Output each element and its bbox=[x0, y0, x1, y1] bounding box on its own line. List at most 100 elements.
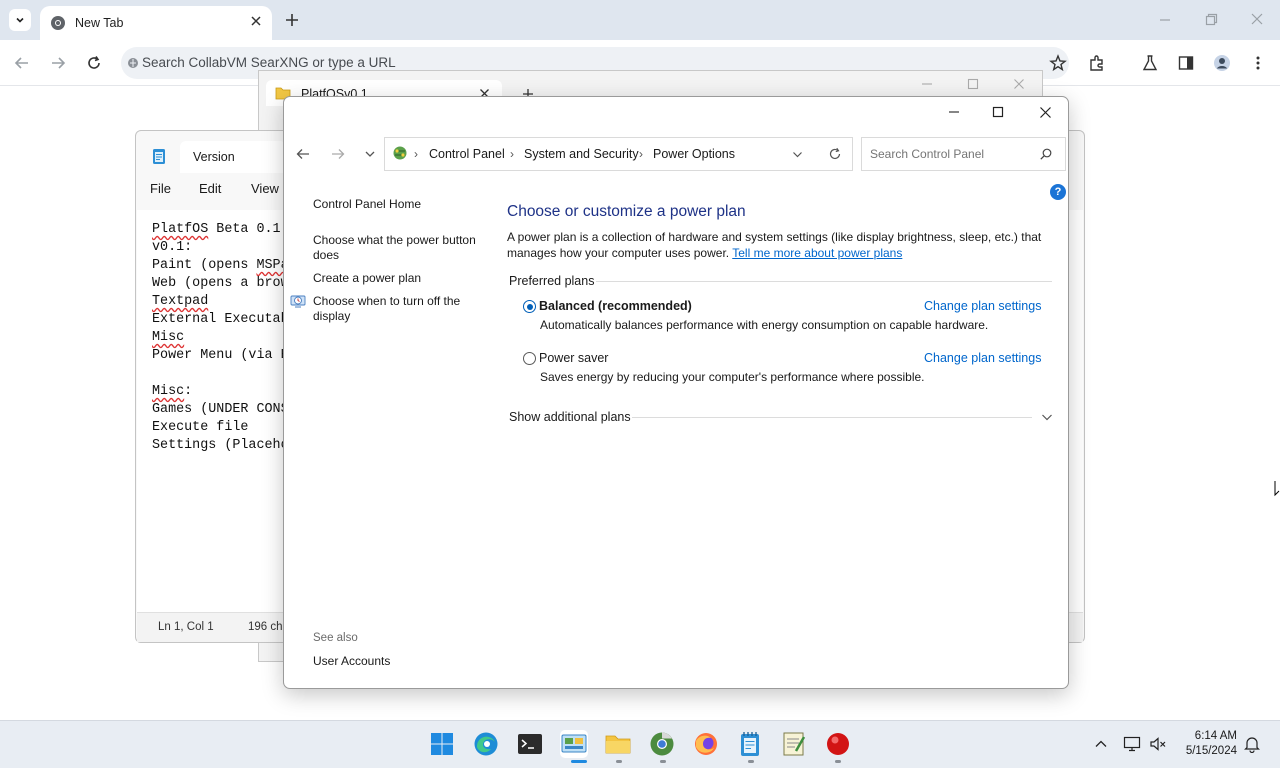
tab-search-button[interactable] bbox=[9, 9, 31, 31]
taskbar-firefox[interactable] bbox=[692, 730, 720, 758]
firefox-icon bbox=[695, 733, 717, 755]
close-window-icon[interactable] bbox=[1250, 10, 1264, 30]
taskbar-notepad[interactable] bbox=[736, 730, 764, 758]
taskbar-control-panel[interactable] bbox=[560, 730, 588, 758]
reload-icon[interactable] bbox=[86, 55, 102, 71]
taskbar-time[interactable]: 6:14 AM bbox=[1180, 729, 1237, 744]
maximize-icon[interactable] bbox=[967, 78, 979, 90]
sidebar-item-power-button[interactable]: Choose what the power button does bbox=[313, 233, 488, 263]
site-info-icon[interactable] bbox=[127, 57, 139, 69]
profile-avatar-icon[interactable] bbox=[1213, 54, 1231, 72]
notepad-icon bbox=[153, 149, 165, 164]
chevron-down-icon bbox=[16, 17, 24, 23]
chevron-down-icon[interactable] bbox=[792, 149, 803, 160]
taskbar-textpad[interactable] bbox=[780, 730, 808, 758]
mouse-cursor-icon bbox=[1274, 481, 1280, 497]
plan-name-balanced[interactable]: Balanced (recommended) bbox=[539, 299, 692, 313]
refresh-icon[interactable] bbox=[828, 147, 842, 161]
page-title: Choose or customize a power plan bbox=[507, 203, 746, 220]
taskbar-file-explorer[interactable] bbox=[604, 730, 632, 758]
text-line: Web (opens a brow bbox=[152, 276, 289, 291]
character-count: 196 ch bbox=[248, 621, 283, 633]
side-panel-icon[interactable] bbox=[1177, 54, 1195, 72]
minimize-button[interactable] bbox=[939, 104, 969, 120]
close-icon bbox=[1039, 106, 1051, 118]
radio-balanced[interactable] bbox=[523, 300, 536, 313]
text-line: Power Menu (via E bbox=[152, 348, 289, 363]
display-timer-icon bbox=[290, 295, 306, 308]
breadcrumb-separator: › bbox=[510, 147, 514, 161]
notepad-menu-file[interactable]: File bbox=[150, 181, 171, 196]
control-panel-window[interactable] bbox=[283, 96, 1069, 689]
browser-tab-title: New Tab bbox=[75, 16, 124, 30]
taskbar-date[interactable]: 5/15/2024 bbox=[1178, 744, 1237, 759]
plan-name-power-saver[interactable]: Power saver bbox=[539, 351, 608, 365]
learn-more-link[interactable]: Tell me more about power plans bbox=[732, 246, 902, 260]
page-description: A power plan is a collection of hardware… bbox=[507, 230, 1052, 261]
taskbar-terminal[interactable] bbox=[516, 730, 544, 758]
active-indicator bbox=[571, 760, 587, 763]
text-line: Paint (opens MSPa bbox=[152, 258, 289, 273]
notification-bell-icon[interactable] bbox=[1244, 735, 1260, 753]
text-line: Textpad bbox=[152, 294, 209, 309]
text-line: Games (UNDER CONS bbox=[152, 402, 289, 417]
minimize-icon[interactable] bbox=[1158, 10, 1172, 30]
network-icon[interactable] bbox=[1123, 735, 1141, 753]
browser-tab-new-tab[interactable]: New Tab bbox=[40, 6, 272, 40]
close-button[interactable] bbox=[1030, 104, 1060, 120]
breadcrumb-separator: › bbox=[639, 147, 643, 161]
running-indicator bbox=[748, 760, 754, 763]
notepad-content[interactable]: PlatfOS Beta 0.1 v0.1: Paint (opens MSPa We… bbox=[152, 221, 289, 455]
divider bbox=[596, 281, 1052, 282]
see-also-user-accounts[interactable]: User Accounts bbox=[313, 654, 390, 669]
close-tab-icon[interactable] bbox=[250, 15, 262, 27]
running-indicator bbox=[616, 760, 622, 763]
volume-muted-icon[interactable] bbox=[1149, 735, 1167, 753]
back-arrow-icon[interactable] bbox=[295, 146, 311, 162]
folder-icon bbox=[605, 735, 631, 754]
chevron-up-icon[interactable] bbox=[1094, 737, 1108, 751]
sidebar-item-turn-off-display[interactable]: Choose when to turn off the display bbox=[313, 294, 483, 324]
recent-locations-icon[interactable] bbox=[364, 148, 376, 160]
more-menu-icon[interactable] bbox=[1253, 54, 1263, 72]
breadcrumb-control-panel[interactable]: Control Panel bbox=[429, 147, 505, 161]
text-line: Settings (Placeho bbox=[152, 438, 289, 453]
breadcrumb-separator: › bbox=[414, 147, 418, 161]
start-button[interactable] bbox=[428, 730, 456, 758]
minimize-icon[interactable] bbox=[921, 78, 933, 90]
change-plan-settings-balanced[interactable]: Change plan settings bbox=[924, 299, 1041, 313]
search-input[interactable] bbox=[870, 147, 1030, 161]
maximize-icon bbox=[992, 106, 1004, 118]
running-indicator bbox=[660, 760, 666, 763]
radio-power-saver[interactable] bbox=[523, 352, 536, 365]
close-icon[interactable] bbox=[1013, 78, 1025, 90]
breadcrumb-power-options[interactable]: Power Options bbox=[653, 147, 735, 161]
chevron-down-icon[interactable] bbox=[1041, 411, 1053, 423]
back-arrow-icon[interactable] bbox=[14, 55, 30, 71]
bookmark-star-icon[interactable] bbox=[1049, 54, 1067, 72]
taskbar-chrome[interactable] bbox=[648, 730, 676, 758]
restore-icon[interactable] bbox=[1204, 10, 1218, 30]
help-icon[interactable]: ? bbox=[1050, 184, 1066, 200]
taskbar-edge[interactable] bbox=[472, 730, 500, 758]
sidebar-item-control-panel-home[interactable]: Control Panel Home bbox=[313, 197, 421, 212]
forward-arrow-icon[interactable] bbox=[330, 146, 346, 162]
notepad-icon bbox=[741, 732, 759, 756]
labs-flask-icon[interactable] bbox=[1141, 54, 1159, 72]
notepad-menu-view[interactable]: View bbox=[251, 181, 279, 196]
omnibox-placeholder[interactable]: Search CollabVM SearXNG or type a URL bbox=[142, 55, 396, 70]
search-icon[interactable] bbox=[1039, 147, 1053, 161]
divider bbox=[632, 417, 1032, 418]
sidebar-item-create-power-plan[interactable]: Create a power plan bbox=[313, 271, 421, 286]
change-plan-settings-power-saver[interactable]: Change plan settings bbox=[924, 351, 1041, 365]
maximize-button[interactable] bbox=[983, 104, 1013, 120]
forward-arrow-icon[interactable] bbox=[50, 55, 66, 71]
extensions-icon[interactable] bbox=[1088, 54, 1106, 72]
new-tab-button[interactable] bbox=[280, 8, 304, 32]
control-panel-icon bbox=[561, 734, 587, 753]
notepad-menu-edit[interactable]: Edit bbox=[199, 181, 221, 196]
show-additional-plans[interactable]: Show additional plans bbox=[509, 410, 631, 424]
terminal-icon bbox=[518, 734, 542, 754]
breadcrumb-system-and-security[interactable]: System and Security bbox=[524, 147, 639, 161]
taskbar-red-app[interactable] bbox=[824, 730, 852, 758]
